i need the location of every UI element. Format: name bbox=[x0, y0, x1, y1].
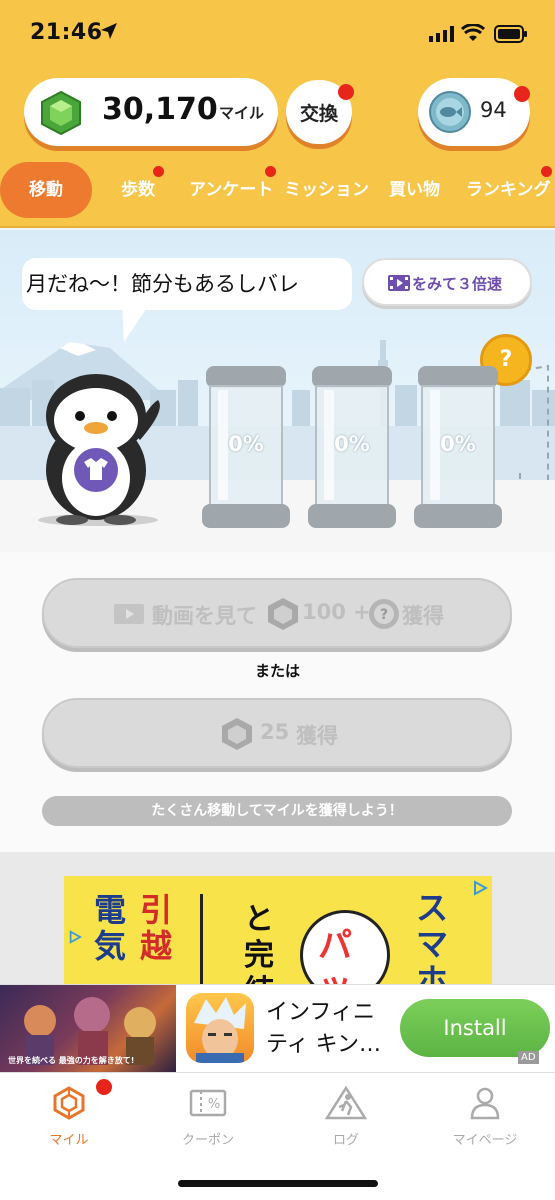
jar-2-percent: 0% bbox=[334, 432, 370, 456]
fish-coin-icon bbox=[429, 91, 471, 133]
location-arrow-icon bbox=[101, 23, 117, 39]
speech-text: 月だね〜！節分もあるしバレ bbox=[26, 272, 299, 296]
ad-banner[interactable]: 電気 引越 と完結 パッ スマホ bbox=[64, 876, 492, 988]
nav-mypage[interactable]: マイページ bbox=[425, 1085, 545, 1148]
tab-ranking[interactable]: ランキング bbox=[466, 162, 551, 218]
mystery-coin-icon: ? bbox=[369, 599, 399, 629]
video-icon bbox=[388, 275, 410, 291]
ad-area: 電気 引越 と完結 パッ スマホ 世界を続べる 最強の力を解き放て! bbox=[0, 852, 555, 1073]
adchoices-icon[interactable] bbox=[472, 880, 488, 896]
gem-outline-icon bbox=[53, 1086, 85, 1120]
action-panel: 動画を見て 100 + ? 獲得 または 25 獲得 たくさん移動してマイルを獲… bbox=[0, 552, 555, 852]
video-button-suffix: 獲得 bbox=[402, 604, 444, 628]
fish-count: 94 bbox=[480, 98, 507, 122]
status-bar: 21:46 bbox=[0, 0, 555, 68]
video-icon bbox=[114, 604, 144, 624]
app-install-ad[interactable]: 世界を続べる 最強の力を解き放て! インフィニティ キン… Install AD bbox=[0, 984, 555, 1073]
game-ad-caption: 世界を続べる 最強の力を解き放て! bbox=[8, 1056, 135, 1065]
gray-gem-icon bbox=[222, 718, 252, 750]
walk-log-icon bbox=[324, 1085, 368, 1120]
travel-scene: 月だね〜！節分もあるしバレ をみて３倍速 ? 0% 0% 0% bbox=[0, 230, 555, 552]
hint-bar: たくさん移動してマイルを獲得しよう！ bbox=[42, 796, 512, 826]
speech-bubble-tail bbox=[122, 306, 148, 342]
home-indicator bbox=[178, 1180, 378, 1187]
tab-ranking-dot bbox=[541, 166, 552, 177]
nav-log[interactable]: ログ bbox=[286, 1085, 406, 1148]
penguin-character bbox=[38, 374, 160, 526]
earn-miles-button[interactable]: 25 獲得 bbox=[42, 698, 512, 768]
app-name: インフィニティ キン… bbox=[266, 1000, 382, 1057]
video-button-prefix: 動画を見て bbox=[152, 604, 257, 628]
video-boost-label: をみて３倍速 bbox=[412, 275, 503, 293]
watch-video-earn-button[interactable]: 動画を見て 100 + ? 獲得 bbox=[42, 578, 512, 648]
ad-text-smartphone: スマホ bbox=[416, 889, 449, 988]
cellular-signal-icon bbox=[429, 26, 454, 42]
hero-face-icon bbox=[194, 997, 246, 1063]
ad-badge: AD bbox=[518, 1051, 539, 1064]
ad-text-complete: と完結 bbox=[244, 902, 274, 988]
ad-text-electricity: 電気 bbox=[94, 891, 127, 965]
or-label: または bbox=[254, 662, 300, 680]
nav-coupon-label: クーポン bbox=[181, 1133, 234, 1148]
exchange-notification-dot bbox=[338, 84, 354, 100]
category-tabs: 移動 歩数 アンケート ミッション 買い物 ランキング bbox=[0, 162, 555, 218]
earn-button-suffix: 獲得 bbox=[296, 724, 338, 748]
green-gem-icon bbox=[41, 90, 81, 136]
jar-3-percent: 0% bbox=[440, 432, 476, 456]
nav-coupon[interactable]: % クーポン bbox=[148, 1085, 268, 1148]
ad-divider bbox=[200, 894, 203, 988]
video-button-amount: 100 + bbox=[302, 600, 371, 624]
watch-video-3x-speed-button[interactable]: をみて３倍速 bbox=[362, 258, 532, 306]
earn-button-amount: 25 bbox=[260, 720, 290, 744]
exchange-label: 交換 bbox=[299, 102, 338, 125]
nav-miles[interactable]: マイル bbox=[9, 1085, 129, 1148]
miles-value: 30,170 bbox=[102, 92, 218, 127]
miles-unit: マイル bbox=[219, 104, 265, 122]
tab-survey-dot bbox=[265, 166, 276, 177]
ad-text-moving: 引越 bbox=[140, 891, 173, 965]
svg-text:%: % bbox=[208, 1097, 220, 1112]
tab-mission[interactable]: ミッション bbox=[284, 162, 369, 218]
header: 30,170 マイル 交換 94 移動 歩数 アンケート ミッション 買い物 ラ… bbox=[0, 68, 555, 228]
gray-gem-icon bbox=[268, 598, 298, 630]
ad-text-pa: パッ bbox=[318, 926, 352, 988]
nav-mypage-label: マイページ bbox=[452, 1133, 518, 1148]
battery-icon bbox=[494, 25, 527, 43]
tab-shopping[interactable]: 買い物 bbox=[389, 162, 440, 218]
jar-1-percent: 0% bbox=[228, 432, 264, 456]
speech-bubble: 月だね〜！節分もあるしバレ bbox=[22, 258, 352, 310]
wifi-icon bbox=[461, 24, 485, 41]
install-button[interactable]: Install bbox=[400, 999, 550, 1057]
miles-balance[interactable]: 30,170 マイル bbox=[24, 78, 278, 146]
app-icon bbox=[186, 993, 254, 1063]
tab-survey[interactable]: アンケート bbox=[189, 162, 273, 218]
adchoices-left-icon bbox=[69, 930, 82, 944]
nav-miles-label: マイル bbox=[49, 1133, 89, 1148]
tab-steps-dot bbox=[153, 166, 164, 177]
coupon-icon: % bbox=[189, 1089, 227, 1117]
svg-text:?: ? bbox=[380, 607, 388, 623]
tab-move[interactable]: 移動 bbox=[0, 162, 92, 218]
game-ad-image: 世界を続べる 最強の力を解き放て! bbox=[0, 985, 176, 1073]
nav-log-label: ログ bbox=[332, 1133, 359, 1148]
nav-miles-dot bbox=[96, 1079, 112, 1095]
tab-steps[interactable]: 歩数 bbox=[121, 162, 155, 218]
fish-notification-dot bbox=[514, 86, 530, 102]
person-icon bbox=[470, 1087, 500, 1120]
status-time: 21:46 bbox=[30, 20, 103, 45]
fish-balance[interactable]: 94 bbox=[418, 78, 530, 146]
